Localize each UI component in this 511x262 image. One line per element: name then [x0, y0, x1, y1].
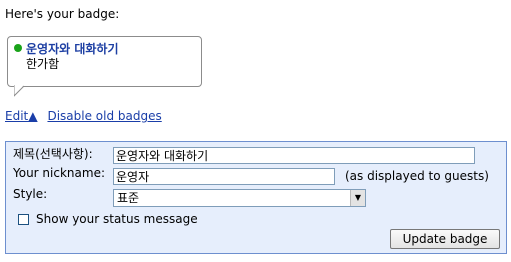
badge-preview: 운영자와 대화하기 한가함: [7, 36, 202, 87]
nickname-note: (as displayed to guests): [345, 169, 489, 183]
title-label: 제목(선택사항):: [13, 147, 93, 161]
show-status-checkbox[interactable]: [18, 214, 29, 225]
chevron-down-icon[interactable]: ▼: [350, 190, 365, 206]
badge-edit-panel: 제목(선택사항): Your nickname: (as displayed t…: [5, 141, 507, 254]
badge-status: 한가함: [26, 57, 60, 71]
show-status-label: Show your status message: [36, 212, 198, 226]
update-badge-button[interactable]: Update badge: [390, 229, 500, 249]
disable-old-badges-link[interactable]: Disable old badges: [47, 109, 161, 123]
intro-text: Here's your badge:: [5, 7, 120, 21]
title-input[interactable]: [113, 147, 475, 164]
style-label: Style:: [13, 187, 48, 201]
speech-tail-icon: [14, 85, 25, 97]
nickname-label: Your nickname:: [13, 166, 105, 180]
badge-links: Edit▲ Disable old badges: [5, 109, 162, 123]
nickname-input[interactable]: [113, 168, 335, 185]
style-select[interactable]: 표준 ▼: [113, 189, 366, 207]
style-selected-value: 표준: [117, 191, 140, 205]
edit-link[interactable]: Edit▲: [5, 109, 37, 123]
status-dot-icon: [14, 44, 22, 52]
